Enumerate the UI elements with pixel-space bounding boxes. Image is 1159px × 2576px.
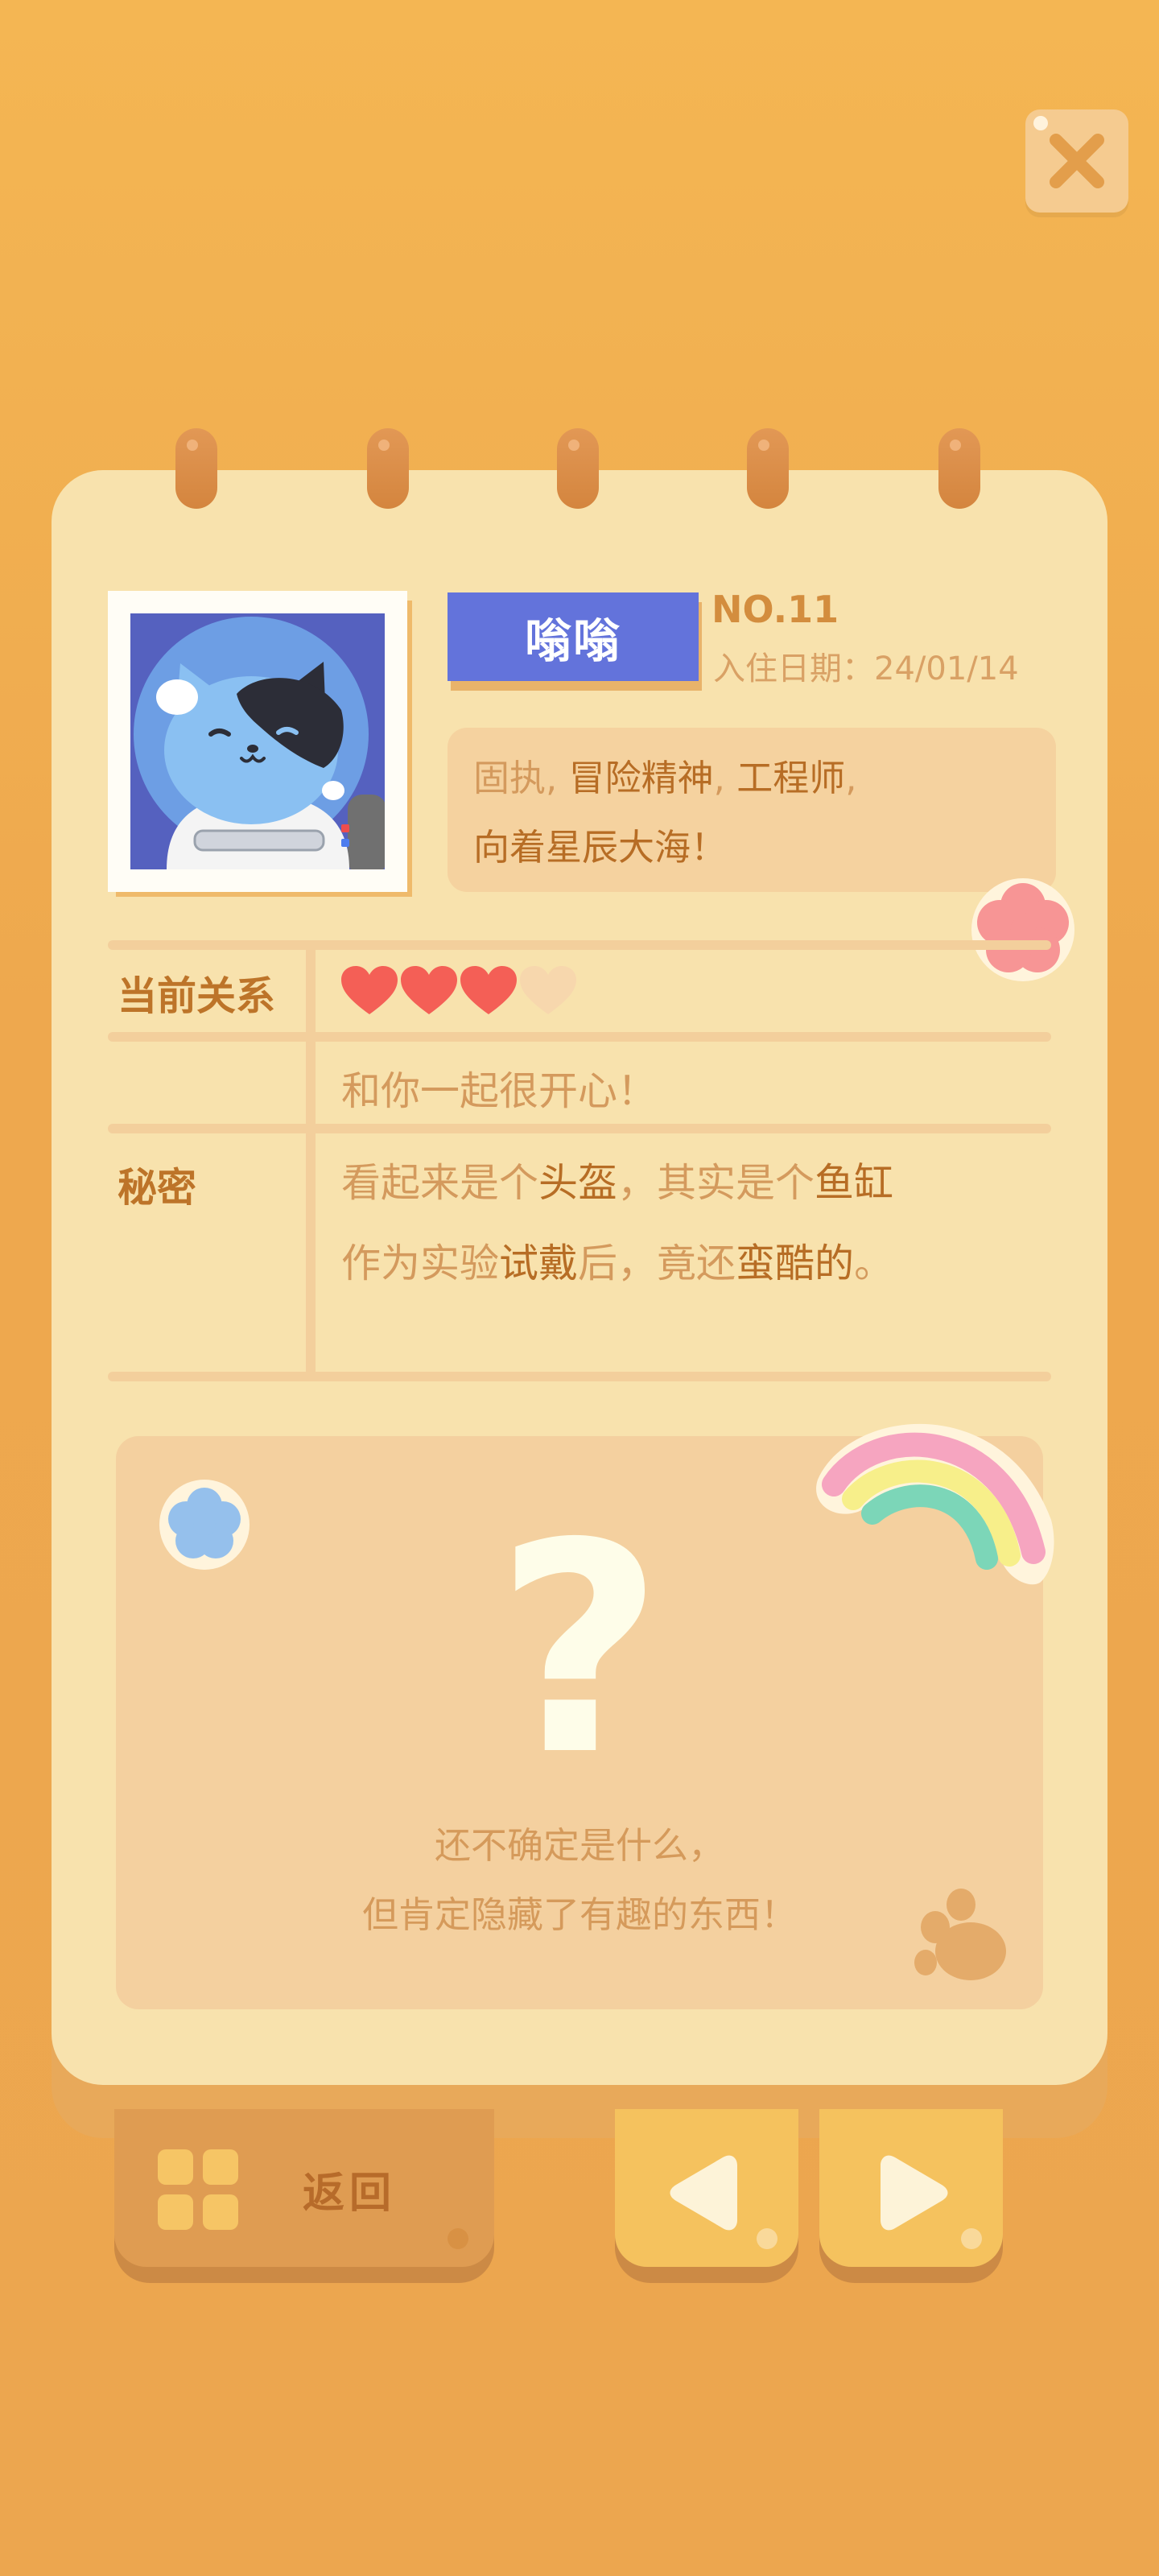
grid-icon: [158, 2149, 238, 2230]
character-number: NO.11: [711, 588, 839, 631]
portrait-frame: [108, 591, 407, 892]
paw-print-icon: [914, 1889, 1006, 1980]
relationship-hearts: [341, 966, 576, 1016]
character-name: 嗡嗡: [448, 592, 699, 681]
mystery-line-1: 还不确定是什么，: [434, 1824, 724, 1867]
secret-text: 后，竟还: [578, 1241, 736, 1286]
column-divider: [306, 945, 316, 1377]
next-button[interactable]: [819, 2109, 1003, 2267]
heart-filled-icon: [460, 966, 517, 1014]
relationship-label: 当前关系: [118, 973, 276, 1019]
heart-empty-icon: [520, 966, 576, 1014]
secret-line-2: 作为实验试戴后，竟还蛮酷的。: [341, 1232, 893, 1289]
corner-dot: [757, 2228, 777, 2249]
binder-ring: [747, 428, 789, 509]
move-in-date: 入住日期：24/01/14: [713, 650, 1019, 687]
binder-ring: [938, 428, 980, 509]
triangle-left-icon: [670, 2155, 737, 2231]
secret-text: ，其实是个: [617, 1160, 815, 1206]
trait-engineer: 工程师: [736, 757, 846, 799]
blue-flower-sticker: [159, 1480, 250, 1570]
trait-separator: ,: [845, 757, 857, 799]
cat-astronaut-portrait: [130, 613, 385, 869]
relationship-message: 和你一起很开心！: [341, 1068, 658, 1114]
secret-keyword: 鱼缸: [815, 1160, 894, 1206]
traits-box: 固执, 冒险精神, 工程师, 向着星辰大海！: [448, 728, 1056, 892]
secret-text: 作为实验: [341, 1241, 500, 1286]
traits-line-1: 固执, 冒险精神, 工程师,: [473, 749, 857, 801]
divider: [108, 1372, 1051, 1381]
triangle-right-icon: [881, 2155, 948, 2231]
pink-flower-sticker: [971, 878, 1074, 981]
binder-ring: [175, 428, 217, 509]
trait-separator: ,: [713, 757, 725, 799]
corner-dot: [961, 2228, 982, 2249]
secret-label: 秘密: [118, 1165, 197, 1211]
mystery-question-mark: ?: [495, 1481, 664, 1818]
secret-keyword: 蛮酷的: [736, 1241, 855, 1286]
traits-line-2: 向着星辰大海！: [473, 826, 728, 869]
binder-ring: [557, 428, 599, 509]
back-button-label: 返回: [303, 2169, 397, 2218]
binder-ring: [367, 428, 409, 509]
close-icon: [1050, 134, 1104, 188]
divider: [108, 1124, 1051, 1133]
prev-button[interactable]: [615, 2109, 798, 2267]
rainbow-sticker: [816, 1423, 1054, 1585]
secret-text: 看起来是个: [341, 1160, 539, 1206]
mystery-line-2: 但肯定隐藏了有趣的东西！: [361, 1893, 797, 1936]
divider: [108, 1032, 1051, 1042]
divider: [108, 940, 1051, 950]
secret-text: 。: [854, 1241, 894, 1286]
trait-text: 固执,: [473, 757, 558, 799]
heart-filled-icon: [401, 966, 457, 1014]
heart-filled-icon: [341, 966, 398, 1014]
secret-line-1: 看起来是个头盔，其实是个鱼缸: [341, 1151, 893, 1208]
secret-keyword: 头盔: [538, 1160, 618, 1206]
trait-adventurous: 冒险精神: [568, 757, 714, 799]
corner-dot: [448, 2228, 468, 2249]
close-button[interactable]: [1025, 109, 1128, 213]
secret-keyword: 试戴: [499, 1241, 579, 1286]
